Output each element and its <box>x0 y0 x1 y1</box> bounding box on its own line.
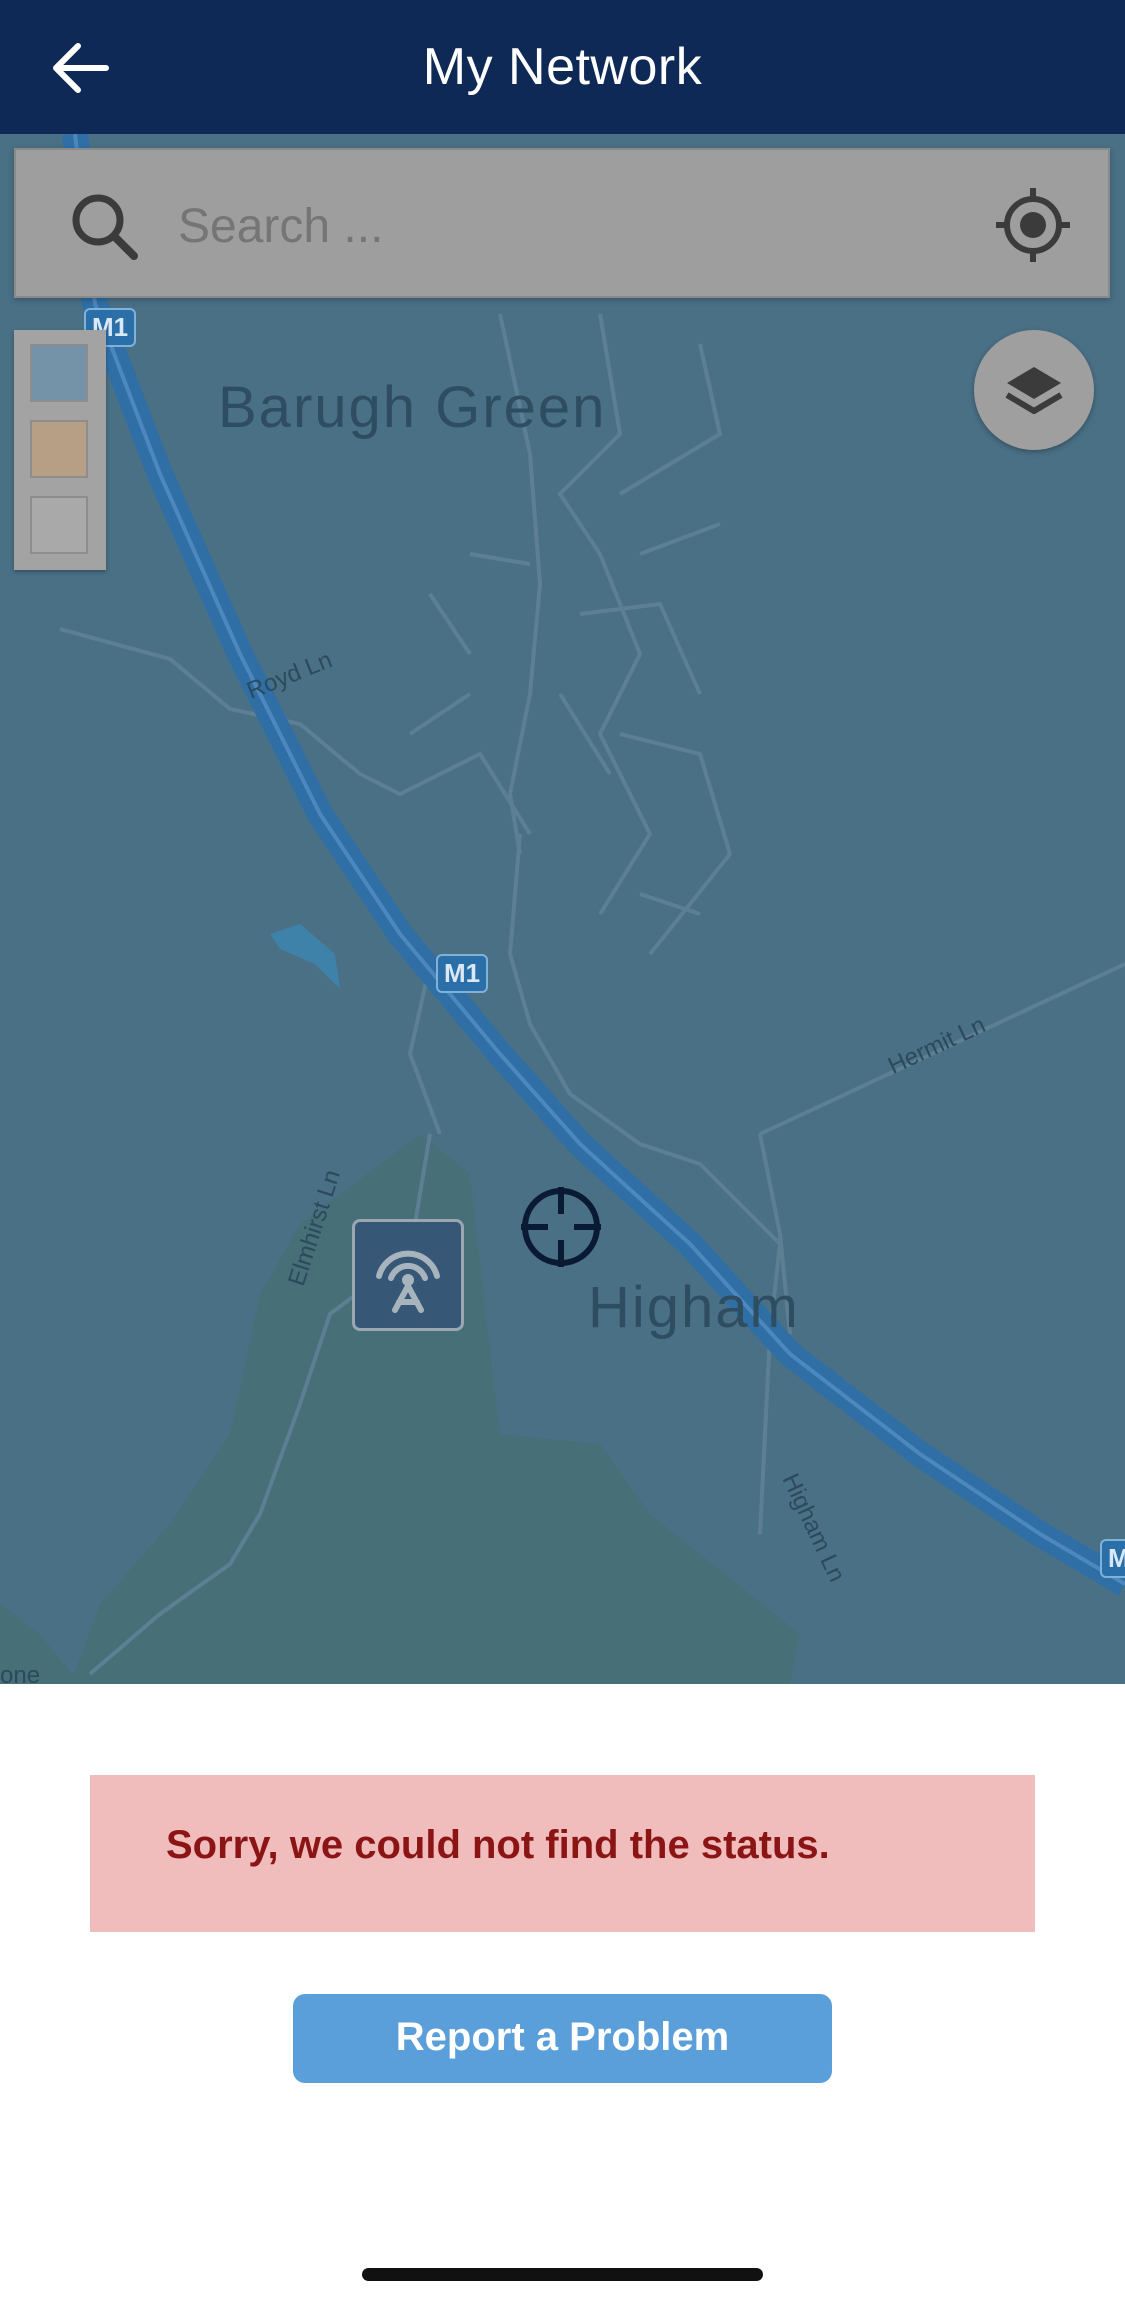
crosshair-icon <box>521 1187 601 1267</box>
motorway-shield: M1 <box>436 954 489 993</box>
search-input[interactable] <box>176 180 980 272</box>
locate-me-icon[interactable] <box>994 186 1072 264</box>
report-problem-button[interactable]: Report a Problem <box>293 1994 832 2083</box>
page-title: My Network <box>422 38 703 96</box>
map-view[interactable]: Barugh Green Higham Royd Ln Hermit Ln El… <box>0 134 1125 1684</box>
legend-swatch-grey[interactable] <box>30 496 88 554</box>
place-label-higham: Higham <box>588 1275 800 1340</box>
signal-mast-marker[interactable] <box>352 1219 464 1331</box>
signal-mast-icon <box>376 1250 440 1313</box>
legend-swatch-blue[interactable] <box>30 344 88 402</box>
map-legend <box>14 330 106 570</box>
home-indicator[interactable] <box>362 2268 763 2281</box>
legend-swatch-tan[interactable] <box>30 420 88 478</box>
search-bar <box>14 148 1110 298</box>
top-app-bar: My Network <box>0 0 1125 134</box>
layers-icon <box>1005 367 1063 414</box>
layers-button[interactable] <box>974 330 1094 450</box>
place-label-barugh-green: Barugh Green <box>218 375 607 440</box>
motorway-shield: M <box>1100 1539 1125 1578</box>
status-error-message: Sorry, we could not find the status. <box>166 1823 830 1867</box>
road-label-partial: one <box>0 1662 41 1684</box>
status-error-banner: Sorry, we could not find the status. <box>90 1775 1035 1932</box>
map-base <box>0 134 1125 1684</box>
search-icon <box>72 194 138 260</box>
